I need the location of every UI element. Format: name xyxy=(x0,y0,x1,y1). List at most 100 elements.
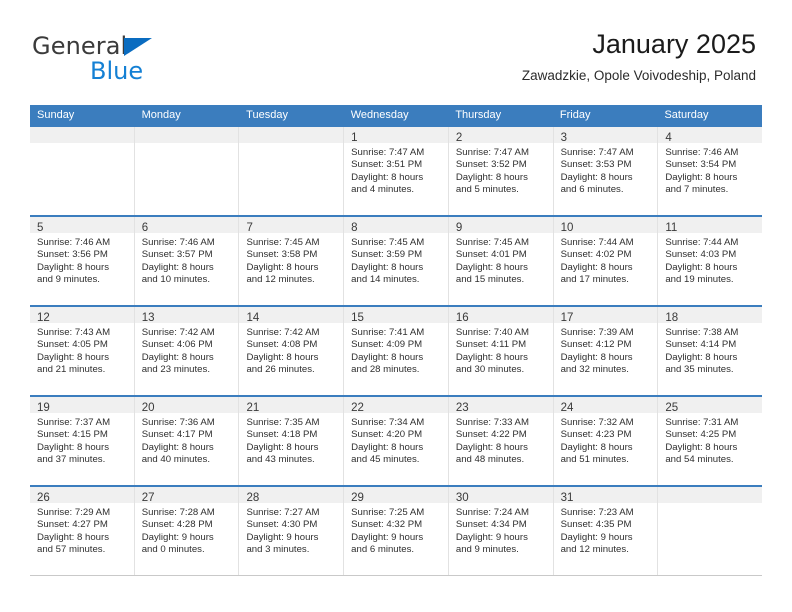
day-number: 16 xyxy=(455,312,469,324)
day-number: 15 xyxy=(351,312,364,324)
calendar-day-cell[interactable]: 23 Sunrise: 7:33 AM Sunset: 4:22 PM Dayligh… xyxy=(448,397,554,485)
day-info: Sunrise: 7:31 AM Sunset: 4:25 PM Daylight:… xyxy=(658,413,762,467)
day-number-strip xyxy=(30,127,134,143)
calendar-day-cell[interactable]: 5 Sunrise: 7:46 AM Sunset: 3:56 PM Daylight… xyxy=(30,217,135,305)
sunset-text: Sunset: 4:34 PM xyxy=(455,519,527,531)
calendar-day-cell[interactable]: 28 Sunrise: 7:27 AM Sunset: 4:30 PM Dayligh… xyxy=(239,487,345,575)
calendar-day-cell[interactable]: 6 Sunrise: 7:46 AM Sunset: 3:57 PM Daylight… xyxy=(134,217,240,305)
sunrise-text: Sunrise: 7:47 AM xyxy=(560,147,634,158)
day-number: 18 xyxy=(665,312,679,324)
day-info: Sunrise: 7:39 AM Sunset: 4:12 PM Daylight:… xyxy=(554,323,658,377)
day-number: 28 xyxy=(246,492,260,504)
calendar-day-cell[interactable]: 21 Sunrise: 7:35 AM Sunset: 4:18 PM Dayligh… xyxy=(239,397,345,485)
day-number: 3 xyxy=(560,132,567,144)
calendar-day-cell[interactable]: 4 Sunrise: 7:46 AM Sunset: 3:54 PM Daylight… xyxy=(658,127,763,215)
sunrise-text: Sunrise: 7:25 AM xyxy=(351,507,425,518)
day-info: Sunrise: 7:44 AM Sunset: 4:03 PM Daylight:… xyxy=(658,233,762,287)
sunset-text: Sunset: 4:27 PM xyxy=(37,519,108,531)
sunset-text: Sunset: 3:52 PM xyxy=(455,159,527,171)
calendar-day-cell[interactable]: 24 Sunrise: 7:32 AM Sunset: 4:23 PM Dayligh… xyxy=(553,397,659,485)
sunrise-text: Sunrise: 7:41 AM xyxy=(351,327,425,338)
calendar-day-cell[interactable]: 11 Sunrise: 7:44 AM Sunset: 4:03 PM Dayligh… xyxy=(658,217,763,305)
day-info: Sunrise: 7:32 AM Sunset: 4:23 PM Daylight:… xyxy=(554,413,658,467)
calendar-day-cell[interactable]: 17 Sunrise: 7:39 AM Sunset: 4:12 PM Dayligh… xyxy=(553,307,659,395)
sunrise-text: Sunrise: 7:31 AM xyxy=(665,417,739,428)
sunrise-text: Sunrise: 7:45 AM xyxy=(455,237,529,248)
day-number-strip: 25 xyxy=(658,397,763,414)
calendar-day-cell[interactable]: 9 Sunrise: 7:45 AM Sunset: 4:01 PM Daylight… xyxy=(448,217,554,305)
daylight-text-line1: Daylight: 9 hours xyxy=(351,531,424,543)
daylight-text-line2: and 12 minutes. xyxy=(560,544,629,556)
day-number: 20 xyxy=(141,402,155,414)
daylight-text-line1: Daylight: 8 hours xyxy=(141,441,214,453)
sunset-text: Sunset: 4:09 PM xyxy=(351,339,423,351)
calendar-day-cell[interactable]: 31 Sunrise: 7:23 AM Sunset: 4:35 PM Dayligh… xyxy=(553,487,659,575)
calendar-week-row: 26 Sunrise: 7:29 AM Sunset: 4:27 PM Dayligh… xyxy=(30,485,763,576)
calendar-day-cell[interactable]: 12 Sunrise: 7:43 AM Sunset: 4:05 PM Dayligh… xyxy=(30,307,135,395)
calendar-day-cell[interactable]: 7 Sunrise: 7:45 AM Sunset: 3:58 PM Daylight… xyxy=(239,217,345,305)
day-number: 7 xyxy=(246,222,253,234)
day-number-strip: 9 xyxy=(448,217,553,234)
day-number-strip: 21 xyxy=(239,397,344,414)
title-block: January 2025 Zawadzkie, Opole Voivodeshi… xyxy=(522,28,756,84)
sunrise-text: Sunrise: 7:45 AM xyxy=(246,237,320,248)
calendar-day-cell[interactable]: 14 Sunrise: 7:42 AM Sunset: 4:08 PM Dayligh… xyxy=(239,307,345,395)
dow-tuesday: Tuesday xyxy=(246,109,288,121)
calendar-day-cell[interactable]: 3 Sunrise: 7:47 AM Sunset: 3:53 PM Daylight… xyxy=(553,127,659,215)
daylight-text-line2: and 14 minutes. xyxy=(351,274,420,286)
sunrise-text: Sunrise: 7:46 AM xyxy=(665,147,739,158)
calendar-day-cell[interactable]: 26 Sunrise: 7:29 AM Sunset: 4:27 PM Dayligh… xyxy=(30,487,135,575)
calendar-day-cell[interactable]: 16 Sunrise: 7:40 AM Sunset: 4:11 PM Dayligh… xyxy=(448,307,554,395)
daylight-text-line1: Daylight: 8 hours xyxy=(246,351,319,363)
sunset-text: Sunset: 4:03 PM xyxy=(665,249,737,261)
day-of-week-header-row: Sunday Monday Tuesday Wednesday Thursday… xyxy=(30,105,762,127)
day-number: 30 xyxy=(455,492,469,504)
sunset-text: Sunset: 4:05 PM xyxy=(37,339,108,351)
calendar-day-cell[interactable]: 8 Sunrise: 7:45 AM Sunset: 3:59 PM Daylight… xyxy=(344,217,449,305)
sunrise-text: Sunrise: 7:28 AM xyxy=(141,507,215,518)
calendar-day-cell[interactable]: 1 Sunrise: 7:47 AM Sunset: 3:51 PM Daylight… xyxy=(344,127,449,215)
calendar-day-cell[interactable]: 29 Sunrise: 7:25 AM Sunset: 4:32 PM Dayligh… xyxy=(344,487,449,575)
sunset-text: Sunset: 4:25 PM xyxy=(665,429,737,441)
calendar-day-cell[interactable]: 30 Sunrise: 7:24 AM Sunset: 4:34 PM Dayligh… xyxy=(448,487,554,575)
day-number-strip: 3 xyxy=(553,127,658,144)
day-number-strip: 11 xyxy=(658,217,763,234)
calendar-day-cell[interactable]: 13 Sunrise: 7:42 AM Sunset: 4:06 PM Dayligh… xyxy=(134,307,240,395)
calendar-week-row: 19 Sunrise: 7:37 AM Sunset: 4:15 PM Dayligh… xyxy=(30,395,763,485)
sunset-text: Sunset: 3:54 PM xyxy=(665,159,737,171)
day-number: 21 xyxy=(246,402,260,414)
day-number-strip: 13 xyxy=(134,307,239,324)
day-number: 6 xyxy=(141,222,149,234)
day-number: 19 xyxy=(37,402,50,414)
day-number-strip: 15 xyxy=(344,307,448,324)
sunrise-text: Sunrise: 7:40 AM xyxy=(455,327,529,338)
day-number: 17 xyxy=(560,312,574,324)
day-number-strip: 5 xyxy=(30,217,134,234)
dow-thursday: Thursday xyxy=(455,109,502,121)
day-info: Sunrise: 7:40 AM Sunset: 4:11 PM Daylight:… xyxy=(449,323,553,377)
day-number-strip: 6 xyxy=(134,217,239,234)
calendar-day-cell[interactable]: 18 Sunrise: 7:38 AM Sunset: 4:14 PM Dayligh… xyxy=(658,307,763,395)
sunrise-text: Sunrise: 7:38 AM xyxy=(665,327,739,338)
day-number: 24 xyxy=(560,402,574,414)
sunrise-text: Sunrise: 7:47 AM xyxy=(455,147,529,158)
daylight-text-line2: and 51 minutes. xyxy=(560,454,629,466)
calendar-day-cell[interactable]: 27 Sunrise: 7:28 AM Sunset: 4:28 PM Dayligh… xyxy=(134,487,240,575)
sunset-text: Sunset: 4:28 PM xyxy=(141,519,213,531)
daylight-text-line1: Daylight: 8 hours xyxy=(351,441,424,453)
calendar-day-cell[interactable]: 22 Sunrise: 7:34 AM Sunset: 4:20 PM Dayligh… xyxy=(344,397,449,485)
daylight-text-line1: Daylight: 8 hours xyxy=(351,261,424,273)
day-info: Sunrise: 7:47 AM Sunset: 3:53 PM Daylight:… xyxy=(554,143,658,197)
calendar-day-cell[interactable]: 2 Sunrise: 7:47 AM Sunset: 3:52 PM Daylight… xyxy=(448,127,554,215)
sunrise-text: Sunrise: 7:27 AM xyxy=(246,507,320,518)
daylight-text-line2: and 9 minutes. xyxy=(37,274,100,286)
daylight-text-line2: and 54 minutes. xyxy=(665,454,734,466)
calendar-day-cell[interactable]: 10 Sunrise: 7:44 AM Sunset: 4:02 PM Dayligh… xyxy=(553,217,659,305)
calendar-day-cell[interactable]: 25 Sunrise: 7:31 AM Sunset: 4:25 PM Dayligh… xyxy=(658,397,763,485)
calendar-day-cell[interactable]: 15 Sunrise: 7:41 AM Sunset: 4:09 PM Dayligh… xyxy=(344,307,449,395)
day-number: 13 xyxy=(141,312,155,324)
sunset-text: Sunset: 4:18 PM xyxy=(246,429,318,441)
calendar-day-cell[interactable]: 20 Sunrise: 7:36 AM Sunset: 4:17 PM Dayligh… xyxy=(134,397,240,485)
day-number-strip: 29 xyxy=(344,487,448,504)
calendar-day-cell[interactable]: 19 Sunrise: 7:37 AM Sunset: 4:15 PM Dayligh… xyxy=(30,397,135,485)
